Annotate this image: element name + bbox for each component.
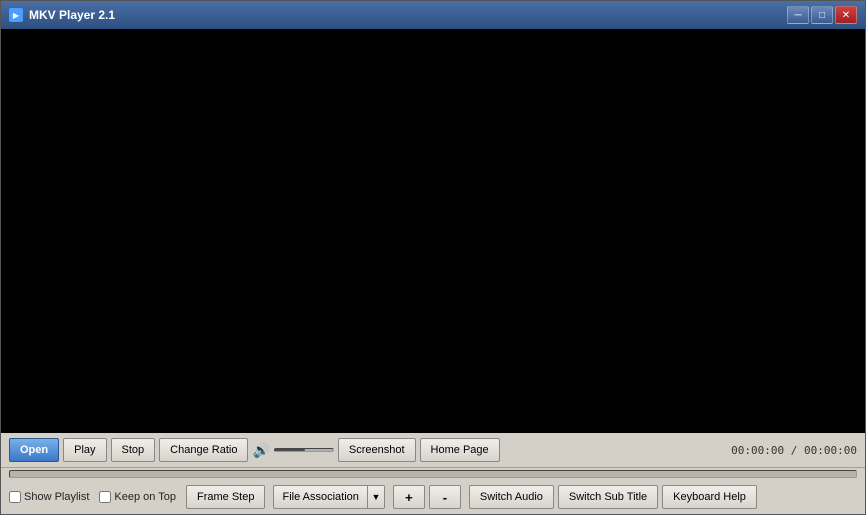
maximize-button[interactable]: □ bbox=[811, 6, 833, 24]
controls-row2: Show Playlist Keep on Top Frame Step Fil… bbox=[1, 480, 865, 514]
file-association-wrapper: File Association ▼ bbox=[273, 485, 384, 509]
volume-slider[interactable] bbox=[274, 442, 334, 458]
switch-audio-button[interactable]: Switch Audio bbox=[469, 485, 554, 509]
keyboard-help-button[interactable]: Keyboard Help bbox=[662, 485, 757, 509]
time-display: 00:00:00 / 00:00:00 bbox=[731, 444, 857, 457]
keep-on-top-checkbox[interactable] bbox=[99, 491, 111, 503]
file-association-button[interactable]: File Association bbox=[273, 485, 366, 509]
controls-area: Open Play Stop Change Ratio 🔊 Screenshot… bbox=[1, 433, 865, 514]
show-playlist-label[interactable]: Show Playlist bbox=[9, 491, 89, 503]
file-association-dropdown-arrow[interactable]: ▼ bbox=[367, 485, 385, 509]
play-button[interactable]: Play bbox=[63, 438, 106, 462]
volume-icon: 🔊 bbox=[252, 442, 269, 459]
show-playlist-checkbox[interactable] bbox=[9, 491, 21, 503]
keep-on-top-label[interactable]: Keep on Top bbox=[99, 491, 176, 503]
title-bar: ▶ MKV Player 2.1 ─ □ ✕ bbox=[1, 1, 865, 29]
stop-button[interactable]: Stop bbox=[111, 438, 156, 462]
screenshot-button[interactable]: Screenshot bbox=[338, 438, 416, 462]
open-button[interactable]: Open bbox=[9, 438, 59, 462]
volume-fill bbox=[275, 449, 305, 451]
seek-bar[interactable] bbox=[9, 470, 857, 478]
frame-step-button[interactable]: Frame Step bbox=[186, 485, 265, 509]
title-bar-left: ▶ MKV Player 2.1 bbox=[9, 8, 115, 22]
change-ratio-button[interactable]: Change Ratio bbox=[159, 438, 248, 462]
plus-button[interactable]: + bbox=[393, 485, 425, 509]
main-window: ▶ MKV Player 2.1 ─ □ ✕ Open Play Stop Ch… bbox=[0, 0, 866, 515]
title-bar-controls: ─ □ ✕ bbox=[787, 6, 857, 24]
seek-bar-row bbox=[1, 468, 865, 480]
close-button[interactable]: ✕ bbox=[835, 6, 857, 24]
volume-track bbox=[274, 448, 334, 452]
window-title: MKV Player 2.1 bbox=[29, 8, 115, 22]
video-area bbox=[1, 29, 865, 433]
controls-row1: Open Play Stop Change Ratio 🔊 Screenshot… bbox=[1, 433, 865, 468]
minimize-button[interactable]: ─ bbox=[787, 6, 809, 24]
switch-sub-title-button[interactable]: Switch Sub Title bbox=[558, 485, 658, 509]
homepage-button[interactable]: Home Page bbox=[420, 438, 500, 462]
app-icon: ▶ bbox=[9, 8, 23, 22]
minus-button[interactable]: - bbox=[429, 485, 461, 509]
